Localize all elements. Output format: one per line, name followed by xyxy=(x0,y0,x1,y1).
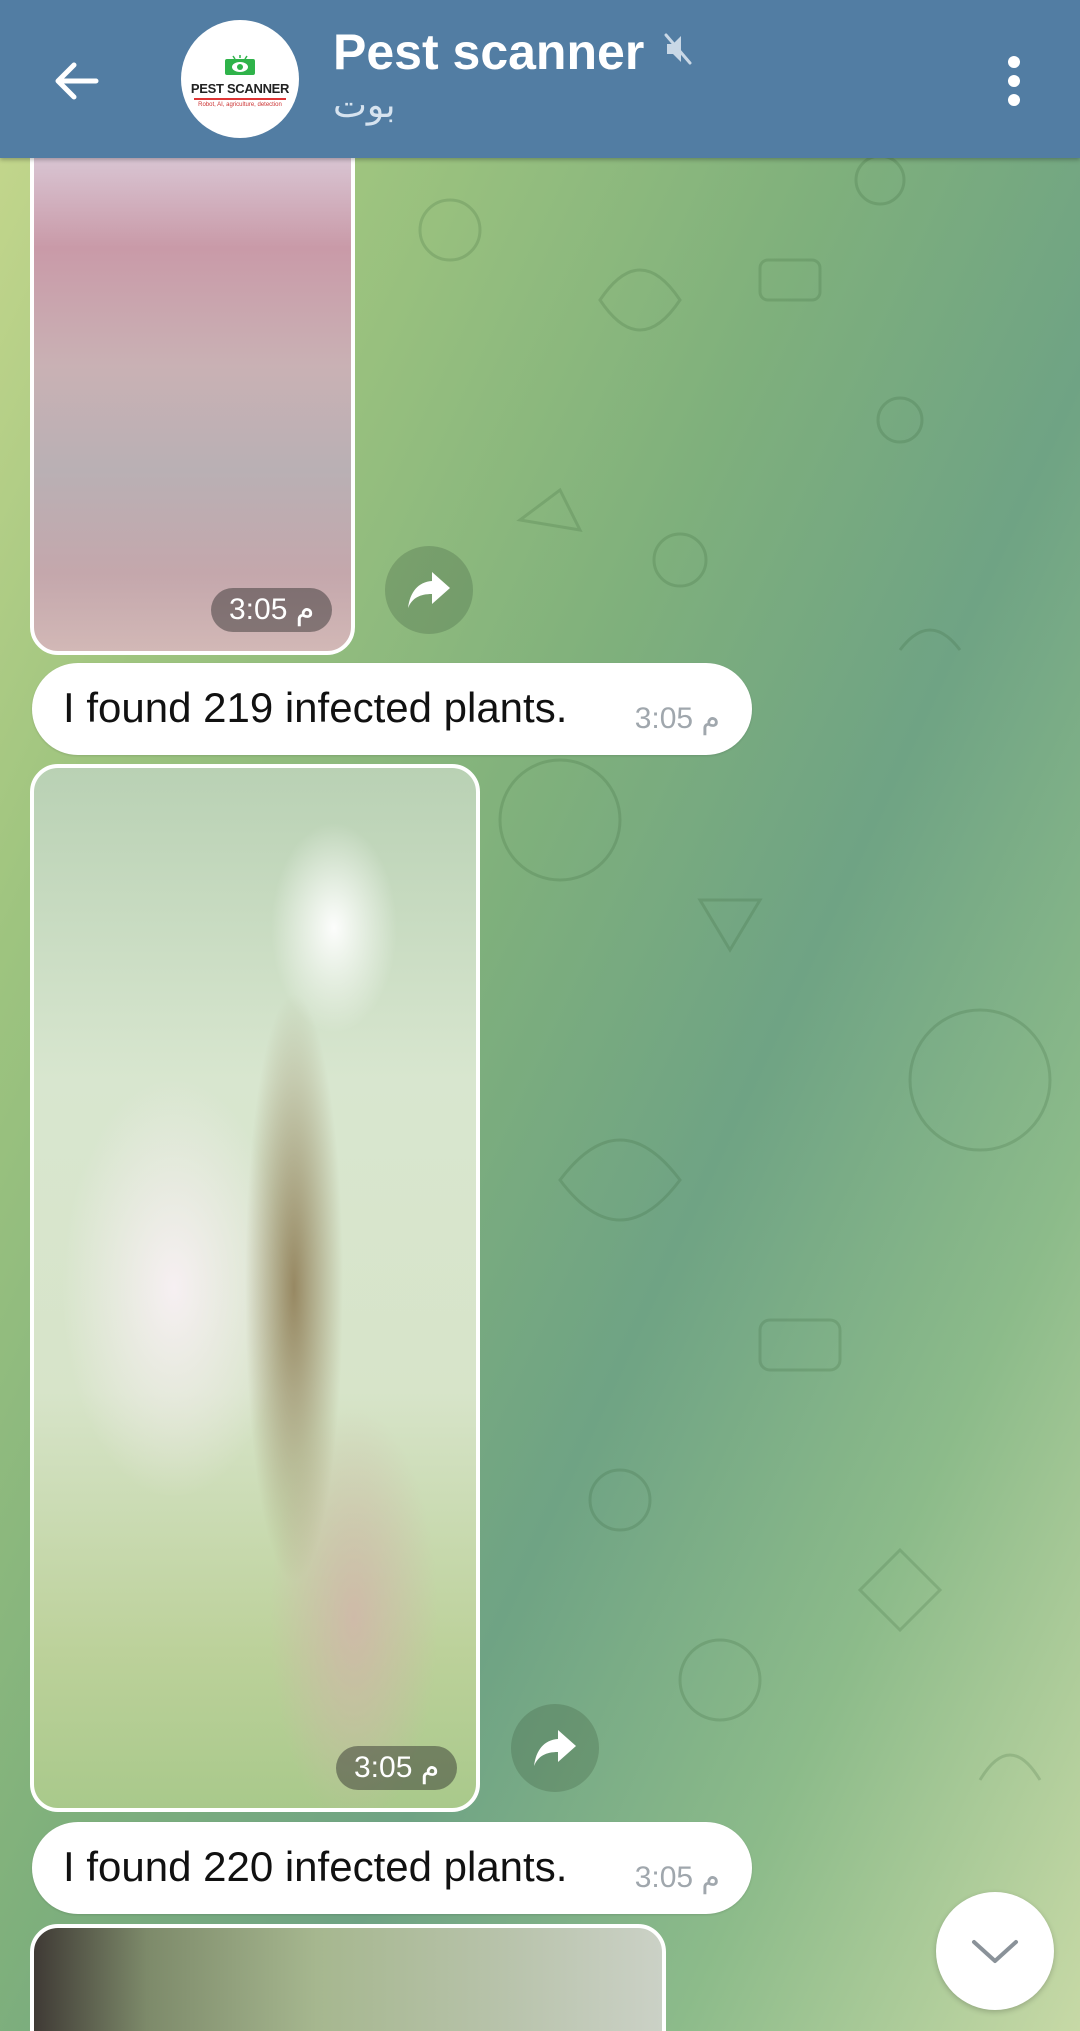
more-vertical-icon xyxy=(1008,56,1020,106)
photo-message[interactable]: 3:05 م xyxy=(30,764,480,1812)
text-message[interactable]: I found 220 infected plants. 3:05 م xyxy=(32,1822,752,1914)
share-forward-icon xyxy=(534,1730,576,1766)
logo-title: PEST SCANNER xyxy=(190,80,290,96)
chat-screen: PEST SCANNER Robot, AI, agriculture, det… xyxy=(0,0,1080,2031)
forward-button[interactable] xyxy=(511,1704,599,1792)
arrow-left-icon xyxy=(55,62,99,100)
message-time: 3:05 م xyxy=(634,702,720,735)
chat-header: PEST SCANNER Robot, AI, agriculture, det… xyxy=(0,0,1080,158)
text-message[interactable]: I found 219 infected plants. 3:05 م xyxy=(32,663,752,755)
message-text: I found 220 infected plants. xyxy=(63,1843,568,1890)
forward-button[interactable] xyxy=(385,546,473,634)
share-forward-icon xyxy=(408,572,450,608)
message-time: 3:05 م xyxy=(336,1746,458,1790)
message-text: I found 219 infected plants. xyxy=(63,684,568,731)
chat-subtitle: بوت xyxy=(333,85,396,126)
chevron-down-icon xyxy=(972,1940,1018,1963)
logo-eye-icon xyxy=(225,54,255,75)
logo-subtitle: Robot, AI, agriculture, detection xyxy=(198,101,282,108)
more-options-button[interactable] xyxy=(990,40,1038,122)
photo-message[interactable]: 3:05 م xyxy=(30,130,355,655)
message-time: 3:05 م xyxy=(211,588,333,632)
scroll-to-bottom-button[interactable] xyxy=(936,1892,1054,2010)
chat-title: Pest scanner xyxy=(333,24,645,80)
logo-divider xyxy=(194,97,286,100)
avatar[interactable]: PEST SCANNER Robot, AI, agriculture, det… xyxy=(181,20,299,138)
back-button[interactable] xyxy=(36,40,118,122)
muted-speaker-icon xyxy=(664,33,692,65)
photo-message[interactable] xyxy=(30,1924,666,2031)
message-time: 3:05 م xyxy=(634,1861,720,1894)
title-block[interactable]: Pest scanner بوت xyxy=(333,22,693,128)
